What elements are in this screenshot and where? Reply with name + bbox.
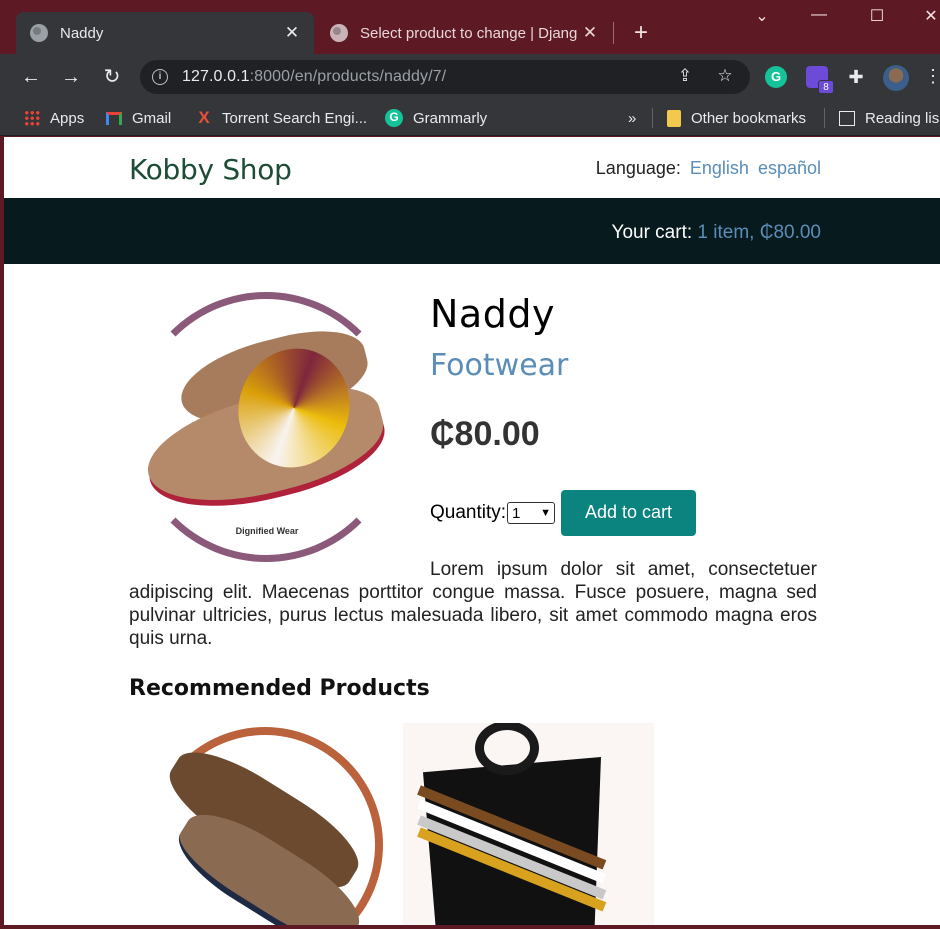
back-button[interactable]: ← bbox=[16, 62, 46, 92]
maximize-button[interactable]: ☐ bbox=[862, 6, 892, 26]
bookmark-label: Torrent Search Engi... bbox=[222, 109, 368, 127]
product-image: Dignified Wear bbox=[129, 288, 405, 564]
menu-kebab-icon[interactable]: ⋮ bbox=[924, 66, 940, 87]
grammarly-icon: G bbox=[385, 109, 403, 127]
bookmark-apps[interactable]: Apps bbox=[24, 107, 84, 129]
bag-handle bbox=[475, 723, 539, 775]
extension-badge: 8 bbox=[818, 80, 834, 94]
close-window-button[interactable]: ✕ bbox=[916, 6, 940, 26]
globe-icon bbox=[30, 24, 48, 42]
site-logo[interactable]: Kobby Shop bbox=[129, 153, 292, 186]
reading-list[interactable]: Reading lis bbox=[839, 107, 939, 129]
recommended-list bbox=[129, 723, 817, 925]
grammarly-extension-icon[interactable]: G bbox=[765, 66, 787, 88]
image-caption: Dignified Wear bbox=[235, 526, 299, 536]
recommended-title: Recommended Products bbox=[129, 676, 430, 701]
cart-link[interactable]: 1 item, ₵80.00 bbox=[697, 222, 821, 243]
tab-naddy[interactable]: Naddy ✕ bbox=[16, 12, 314, 54]
bookmark-label: Apps bbox=[50, 109, 85, 127]
recommended-product-image[interactable] bbox=[129, 725, 385, 925]
url-text[interactable]: 127.0.0.1:8000/en/products/naddy/7/ bbox=[182, 68, 446, 86]
chevron-down-icon: ▼ bbox=[540, 507, 552, 519]
new-tab-button[interactable]: + bbox=[628, 18, 654, 48]
site-header: Kobby Shop Language: English español bbox=[4, 137, 940, 198]
language-english-link[interactable]: English bbox=[690, 158, 749, 178]
other-bookmarks[interactable]: Other bookmarks bbox=[667, 107, 806, 129]
bookmark-grammarly[interactable]: G Grammarly bbox=[385, 107, 487, 129]
cart-bar: Your cart: 1 item, ₵80.00 bbox=[4, 198, 940, 264]
add-to-cart-form: Quantity: 1 ▼ Add to cart bbox=[430, 490, 817, 536]
product-description: Lorem ipsum dolor sit amet, consectetuer… bbox=[129, 559, 817, 649]
close-icon[interactable]: ✕ bbox=[280, 23, 304, 43]
cart-summary: Your cart: 1 item, ₵80.00 bbox=[612, 222, 821, 244]
bookmark-star-icon[interactable]: ☆ bbox=[714, 66, 736, 86]
language-spanish-link[interactable]: español bbox=[758, 158, 821, 178]
bookmarks-bar: Apps Gmail X Torrent Search Engi... G Gr… bbox=[0, 100, 940, 136]
bookmark-divider bbox=[652, 108, 653, 128]
apps-icon bbox=[24, 110, 40, 126]
torrent-icon: X bbox=[198, 108, 210, 127]
add-to-cart-button[interactable]: Add to cart bbox=[561, 490, 697, 536]
address-bar[interactable]: i 127.0.0.1:8000/en/products/naddy/7/ ⇪ … bbox=[140, 60, 750, 94]
info-icon[interactable]: i bbox=[152, 69, 168, 85]
extensions-puzzle-icon[interactable]: ✚ bbox=[845, 66, 867, 88]
quantity-label: Quantity: bbox=[430, 502, 507, 523]
reload-button[interactable]: ↻ bbox=[97, 62, 127, 92]
profile-avatar[interactable] bbox=[883, 65, 909, 91]
reading-list-icon bbox=[839, 110, 855, 126]
folder-icon bbox=[667, 109, 681, 127]
bookmark-label: Reading lis bbox=[865, 109, 940, 127]
bookmark-divider bbox=[824, 108, 825, 128]
product-detail: Dignified Wear Naddy Footwear ₵80.00 Qua… bbox=[129, 264, 817, 925]
close-icon[interactable]: ✕ bbox=[578, 23, 602, 43]
share-icon[interactable]: ⇪ bbox=[674, 66, 696, 86]
quantity-select[interactable]: 1 ▼ bbox=[507, 502, 556, 524]
language-label: Language: bbox=[595, 158, 681, 178]
tab-title: Select product to change | Djang bbox=[360, 24, 578, 42]
recommended-product-image[interactable] bbox=[403, 723, 654, 925]
bookmark-label: Grammarly bbox=[413, 109, 488, 127]
globe-icon bbox=[330, 24, 348, 42]
bookmark-gmail[interactable]: Gmail bbox=[106, 107, 171, 129]
bookmark-torrent[interactable]: X Torrent Search Engi... bbox=[196, 107, 367, 129]
forward-button[interactable]: → bbox=[56, 62, 86, 92]
page-viewport: Kobby Shop Language: English español Your … bbox=[4, 137, 940, 925]
tab-search-icon[interactable]: ⌄ bbox=[747, 6, 777, 26]
browser-toolbar: ← → ↻ i 127.0.0.1:8000/en/products/naddy… bbox=[0, 54, 940, 100]
bookmark-label: Other bookmarks bbox=[691, 109, 807, 127]
tab-django-admin[interactable]: Select product to change | Djang ✕ bbox=[316, 12, 612, 54]
quantity-value: 1 bbox=[512, 504, 521, 522]
tab-title: Naddy bbox=[60, 24, 104, 42]
minimize-button[interactable]: — bbox=[804, 6, 834, 24]
bookmark-label: Gmail bbox=[132, 109, 172, 127]
tab-strip: Naddy ✕ Select product to change | Djang… bbox=[0, 0, 940, 54]
browser-window: Naddy ✕ Select product to change | Djang… bbox=[0, 0, 940, 929]
bookmarks-overflow-button[interactable]: » bbox=[628, 107, 636, 129]
language-switcher: Language: English español bbox=[596, 158, 821, 179]
cart-label: Your cart: bbox=[611, 222, 693, 243]
gmail-icon bbox=[106, 111, 122, 125]
tab-divider bbox=[613, 22, 614, 44]
